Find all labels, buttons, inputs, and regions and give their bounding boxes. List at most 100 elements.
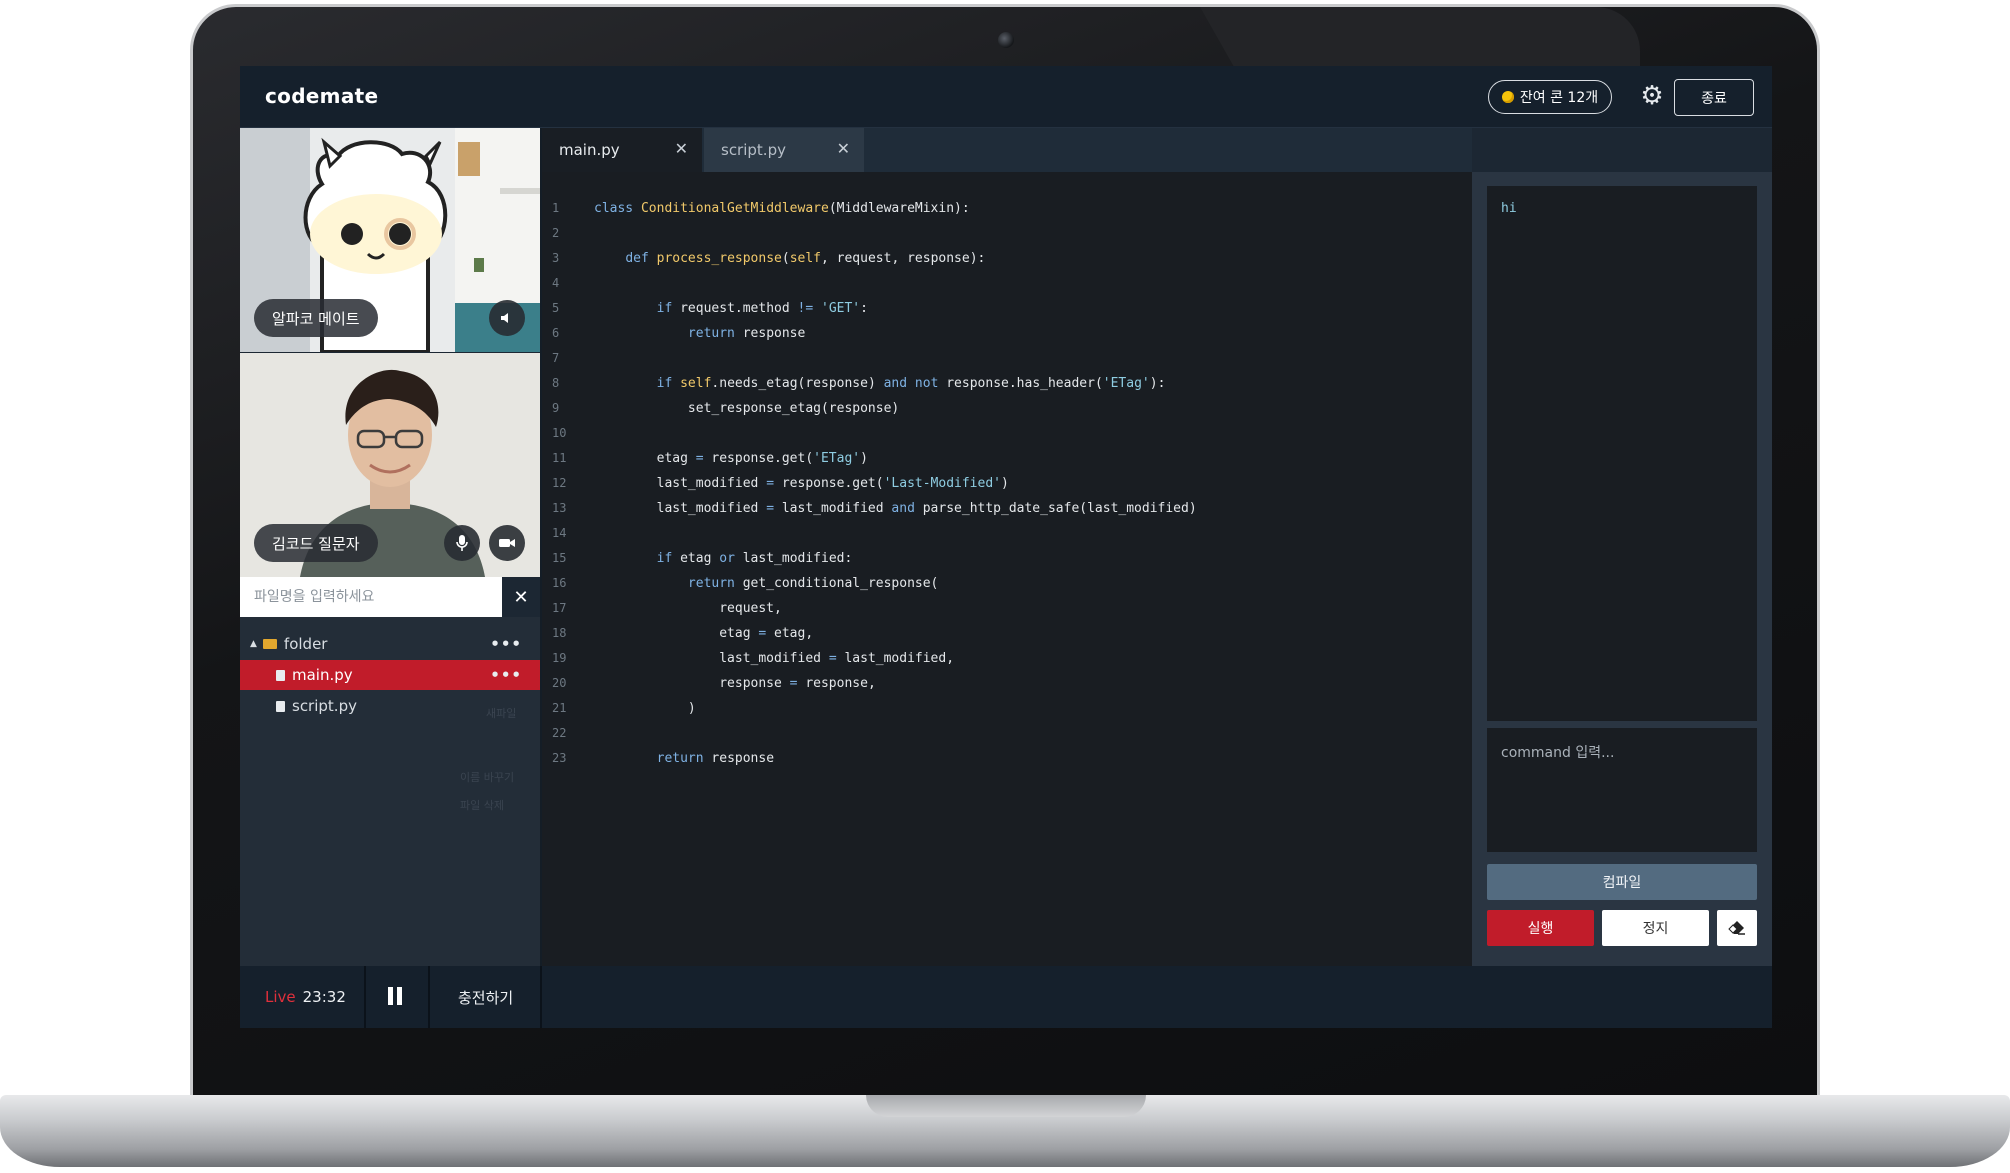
file-search-bar: ✕ xyxy=(240,577,540,617)
code-line[interactable]: if self.needs_etag(response) and not res… xyxy=(594,371,1462,396)
line-number: 15 xyxy=(552,551,567,565)
code-line[interactable] xyxy=(594,421,1462,446)
file-icon xyxy=(276,700,285,712)
line-number: 3 xyxy=(552,251,560,265)
camera-icon[interactable] xyxy=(489,525,525,561)
line-number: 4 xyxy=(552,276,560,290)
command-input[interactable] xyxy=(1487,728,1757,852)
tree-folder[interactable]: ▲ folder ••• xyxy=(240,629,540,659)
code-line[interactable] xyxy=(594,521,1462,546)
code-line[interactable]: if request.method != 'GET': xyxy=(594,296,1462,321)
elapsed-time: 23:32 xyxy=(302,988,346,1006)
code-line[interactable]: class ConditionalGetMiddleware(Middlewar… xyxy=(594,196,1462,221)
line-number: 6 xyxy=(552,326,560,340)
more-icon[interactable]: ••• xyxy=(490,666,522,684)
folder-label: folder xyxy=(283,635,328,653)
tab-main-py[interactable]: main.py ✕ xyxy=(542,128,702,172)
file-label-main: main.py xyxy=(292,666,353,684)
code-line[interactable]: last_modified = last_modified, xyxy=(594,646,1462,671)
ghost-menu-rename: 이름 바꾸기 xyxy=(460,771,515,784)
pause-icon[interactable] xyxy=(388,987,402,1005)
file-search-input[interactable] xyxy=(240,577,502,617)
code-line[interactable] xyxy=(594,221,1462,246)
code-line[interactable]: if etag or last_modified: xyxy=(594,546,1462,571)
line-number: 18 xyxy=(552,626,567,640)
code-line[interactable]: etag = etag, xyxy=(594,621,1462,646)
code-editor[interactable]: 1 2 3 4 5 6 7 8 9 10 11 12 13 14 15 16 17 18 19 20 21 22 23 cl… xyxy=(542,172,1472,966)
webcam xyxy=(998,32,1014,48)
code-line[interactable]: return response xyxy=(594,321,1462,346)
ghost-menu-delete: 파일 삭제 xyxy=(460,799,504,812)
mate-name-pill: 알파코 메이트 xyxy=(254,299,378,337)
microphone-icon[interactable] xyxy=(444,525,480,561)
code-line[interactable] xyxy=(594,271,1462,296)
live-label: Live xyxy=(265,988,296,1006)
gear-icon[interactable]: ⚙ xyxy=(1638,82,1666,110)
tree-file-main[interactable]: main.py ••• xyxy=(240,660,540,690)
app-screen: codemate 잔여 콘 12개 ⚙ 종료 알파코 메이트 김코드 질문자 파… xyxy=(240,66,1772,1028)
file-icon xyxy=(276,669,285,681)
app-logo: codemate xyxy=(265,84,379,108)
coin-balance-badge[interactable]: 잔여 콘 12개 xyxy=(1488,80,1612,114)
caret-icon: ▲ xyxy=(250,639,257,649)
code-line[interactable]: etag = response.get('ETag') xyxy=(594,446,1462,471)
charge-button[interactable]: 충전하기 xyxy=(458,966,513,1028)
line-number: 5 xyxy=(552,301,560,315)
stop-button[interactable]: 정지 xyxy=(1602,910,1709,946)
code-line[interactable]: def process_response(self, request, resp… xyxy=(594,246,1462,271)
code-line[interactable]: last_modified = response.get('Last-Modif… xyxy=(594,471,1462,496)
console-output: hi xyxy=(1487,186,1757,721)
live-indicator: Live 23:32 xyxy=(265,966,346,1028)
tab-script-py[interactable]: script.py ✕ xyxy=(704,128,864,172)
tab-label: main.py xyxy=(559,141,620,159)
divider xyxy=(428,966,430,1028)
line-number: 9 xyxy=(552,401,560,415)
code-line[interactable]: ) xyxy=(594,696,1462,721)
exit-button[interactable]: 종료 xyxy=(1674,79,1754,116)
line-number: 11 xyxy=(552,451,567,465)
eraser-icon[interactable] xyxy=(1717,910,1757,946)
line-number: 7 xyxy=(552,351,560,365)
line-number: 13 xyxy=(552,501,567,515)
file-label-script: script.py xyxy=(292,697,357,715)
ghost-menu-new: 새파일 xyxy=(486,707,517,720)
more-icon[interactable]: ••• xyxy=(490,635,522,653)
compile-button[interactable]: 컴파일 xyxy=(1487,864,1757,900)
divider xyxy=(540,966,542,1028)
code-line[interactable] xyxy=(594,721,1462,746)
line-number: 20 xyxy=(552,676,567,690)
speaker-icon[interactable] xyxy=(489,300,525,336)
mate-name: 알파코 메이트 xyxy=(272,309,360,328)
file-tree: ▲ folder ••• main.py ••• script.py 새파일 이… xyxy=(240,617,540,966)
close-icon[interactable]: ✕ xyxy=(675,139,688,158)
line-number: 2 xyxy=(552,226,560,240)
laptop-notch xyxy=(866,1095,1146,1117)
code-area[interactable]: class ConditionalGetMiddleware(Middlewar… xyxy=(594,196,1462,771)
line-number: 16 xyxy=(552,576,567,590)
video-tile-mate: 알파코 메이트 xyxy=(240,128,540,352)
questioner-name: 김코드 질문자 xyxy=(272,534,360,553)
code-line[interactable]: return get_conditional_response( xyxy=(594,571,1462,596)
close-icon[interactable]: ✕ xyxy=(502,577,540,617)
line-numbers: 1 2 3 4 5 6 7 8 9 10 11 12 13 14 15 16 17 18 19 20 21 22 23 xyxy=(552,196,582,771)
questioner-name-pill: 김코드 질문자 xyxy=(254,524,378,562)
editor-tabs: main.py ✕ script.py ✕ xyxy=(542,128,1472,172)
divider xyxy=(364,966,366,1028)
code-line[interactable]: request, xyxy=(594,596,1462,621)
line-number: 17 xyxy=(552,601,567,615)
code-line[interactable] xyxy=(594,346,1462,371)
lid-reflection xyxy=(1200,7,1640,69)
line-number: 8 xyxy=(552,376,560,390)
line-number: 21 xyxy=(552,701,567,715)
close-icon[interactable]: ✕ xyxy=(837,139,850,158)
run-button[interactable]: 실행 xyxy=(1487,910,1594,946)
code-line[interactable]: last_modified = last_modified and parse_… xyxy=(594,496,1462,521)
code-line[interactable]: response = response, xyxy=(594,671,1462,696)
bottom-bar: Live 23:32 충전하기 xyxy=(240,966,1772,1028)
console-panel: hi 컴파일 실행 정지 xyxy=(1472,172,1772,966)
coin-icon xyxy=(1501,91,1514,103)
code-line[interactable]: set_response_etag(response) xyxy=(594,396,1462,421)
line-number: 23 xyxy=(552,751,567,765)
top-bar: codemate 잔여 콘 12개 ⚙ 종료 xyxy=(240,66,1772,128)
code-line[interactable]: return response xyxy=(594,746,1462,771)
